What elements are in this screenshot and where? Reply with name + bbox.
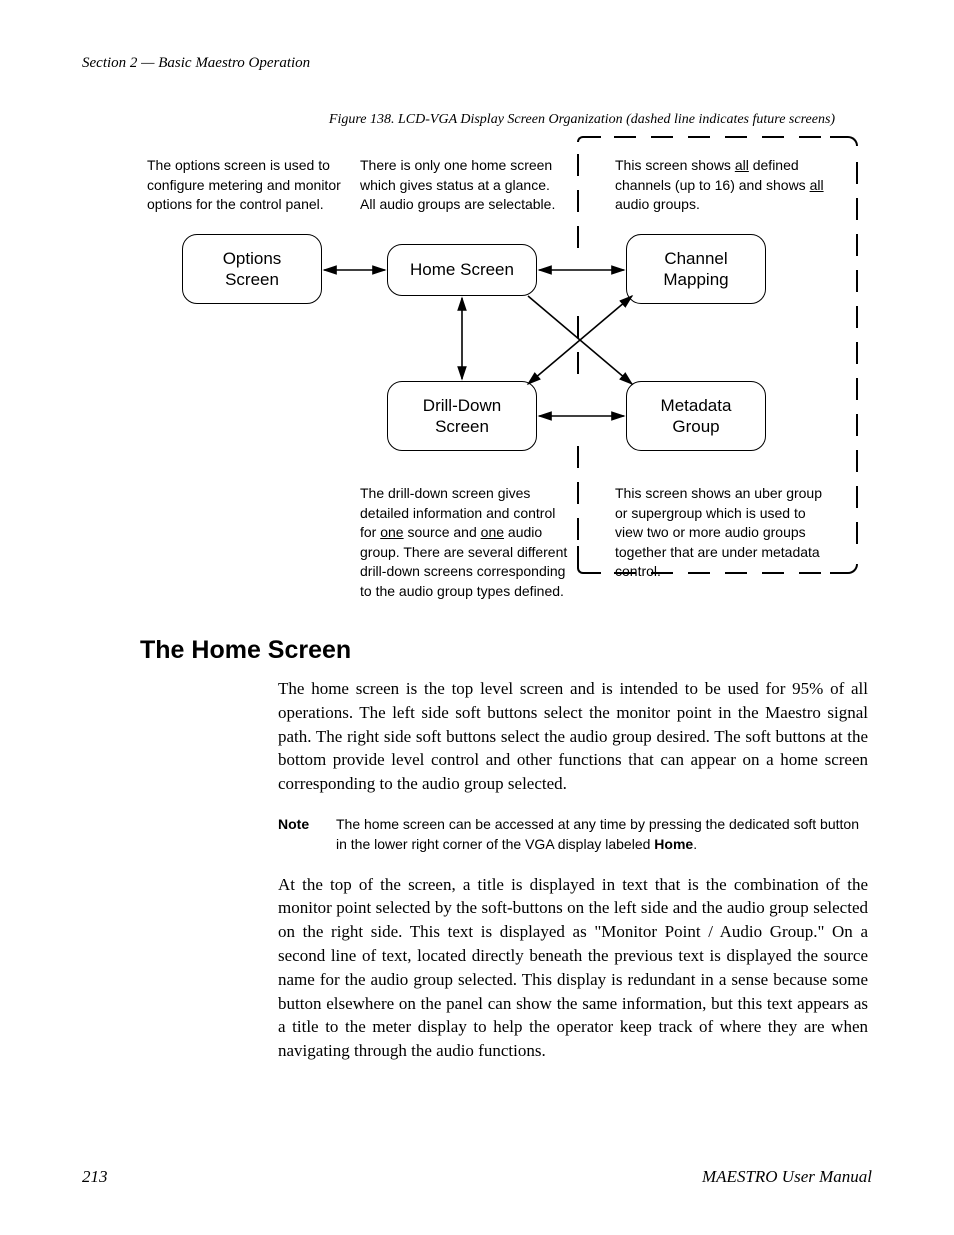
note-label: Note bbox=[278, 814, 336, 855]
options-annotation: The options screen is used to configure … bbox=[147, 156, 347, 215]
drill-down-screen-node: Drill-Down Screen bbox=[387, 381, 537, 451]
page-number: 213 bbox=[82, 1167, 108, 1187]
section-header: Section 2 — Basic Maestro Operation bbox=[82, 55, 872, 72]
screen-organization-diagram: The options screen is used to configure … bbox=[92, 136, 872, 606]
figure-caption: Figure 138. LCD-VGA Display Screen Organ… bbox=[292, 112, 872, 128]
paragraph-1: The home screen is the top level screen … bbox=[278, 677, 868, 796]
paragraph-2: At the top of the screen, a title is dis… bbox=[278, 873, 868, 1063]
doc-title: MAESTRO User Manual bbox=[702, 1167, 872, 1187]
options-screen-node: Options Screen bbox=[182, 234, 322, 304]
channel-mapping-node: Channel Mapping bbox=[626, 234, 766, 304]
metadata-annotation: This screen shows an uber group or super… bbox=[615, 484, 830, 582]
page-footer: 213 MAESTRO User Manual bbox=[82, 1167, 872, 1187]
note-text: The home screen can be accessed at any t… bbox=[336, 814, 868, 855]
drill-annotation: The drill-down screen gives detailed inf… bbox=[360, 484, 575, 602]
home-screen-heading: The Home Screen bbox=[140, 636, 872, 665]
metadata-group-node: Metadata Group bbox=[626, 381, 766, 451]
home-annotation: There is only one home screen which give… bbox=[360, 156, 560, 215]
home-screen-node: Home Screen bbox=[387, 244, 537, 296]
page: Section 2 — Basic Maestro Operation Figu… bbox=[0, 0, 954, 1235]
note-row: Note The home screen can be accessed at … bbox=[278, 814, 868, 855]
channel-annotation: This screen shows all defined channels (… bbox=[615, 156, 835, 215]
